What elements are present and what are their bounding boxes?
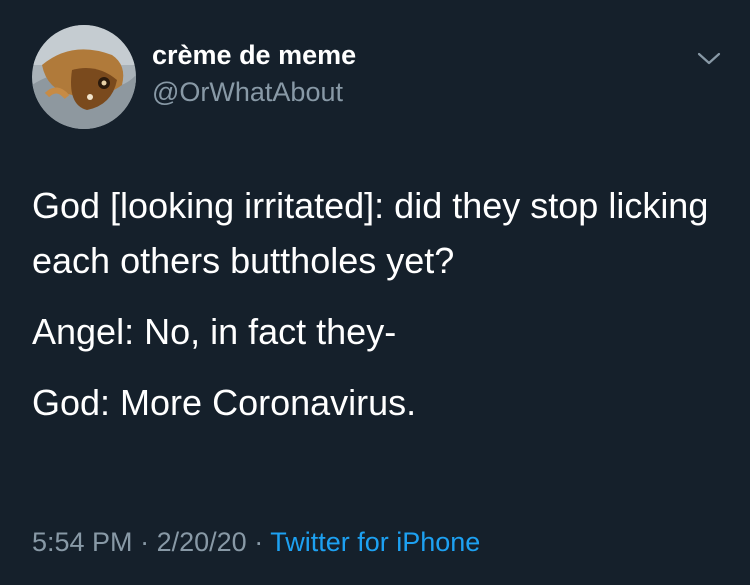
tweet-source-link[interactable]: Twitter for iPhone (270, 527, 480, 557)
tweet-date[interactable]: 2/20/20 (157, 527, 247, 557)
chevron-down-icon[interactable] (696, 48, 722, 68)
display-name[interactable]: crème de meme (152, 40, 356, 71)
avatar[interactable] (32, 25, 136, 129)
tweet-card: crème de meme @OrWhatAbout God [looking … (0, 0, 750, 585)
separator: · (254, 527, 264, 557)
separator: · (140, 527, 150, 557)
tweet-paragraph: God [looking irritated]: did they stop l… (32, 185, 709, 281)
tweet-paragraph: Angel: No, in fact they- (32, 311, 397, 352)
tweet-paragraph: God: More Coronavirus. (32, 382, 417, 423)
tweet-metadata: 5:54 PM · 2/20/20 · Twitter for iPhone (32, 527, 480, 558)
tweet-time[interactable]: 5:54 PM (32, 527, 133, 557)
avatar-image (32, 25, 136, 129)
tweet-text: God [looking irritated]: did they stop l… (32, 178, 732, 446)
user-handle[interactable]: @OrWhatAbout (152, 77, 343, 108)
